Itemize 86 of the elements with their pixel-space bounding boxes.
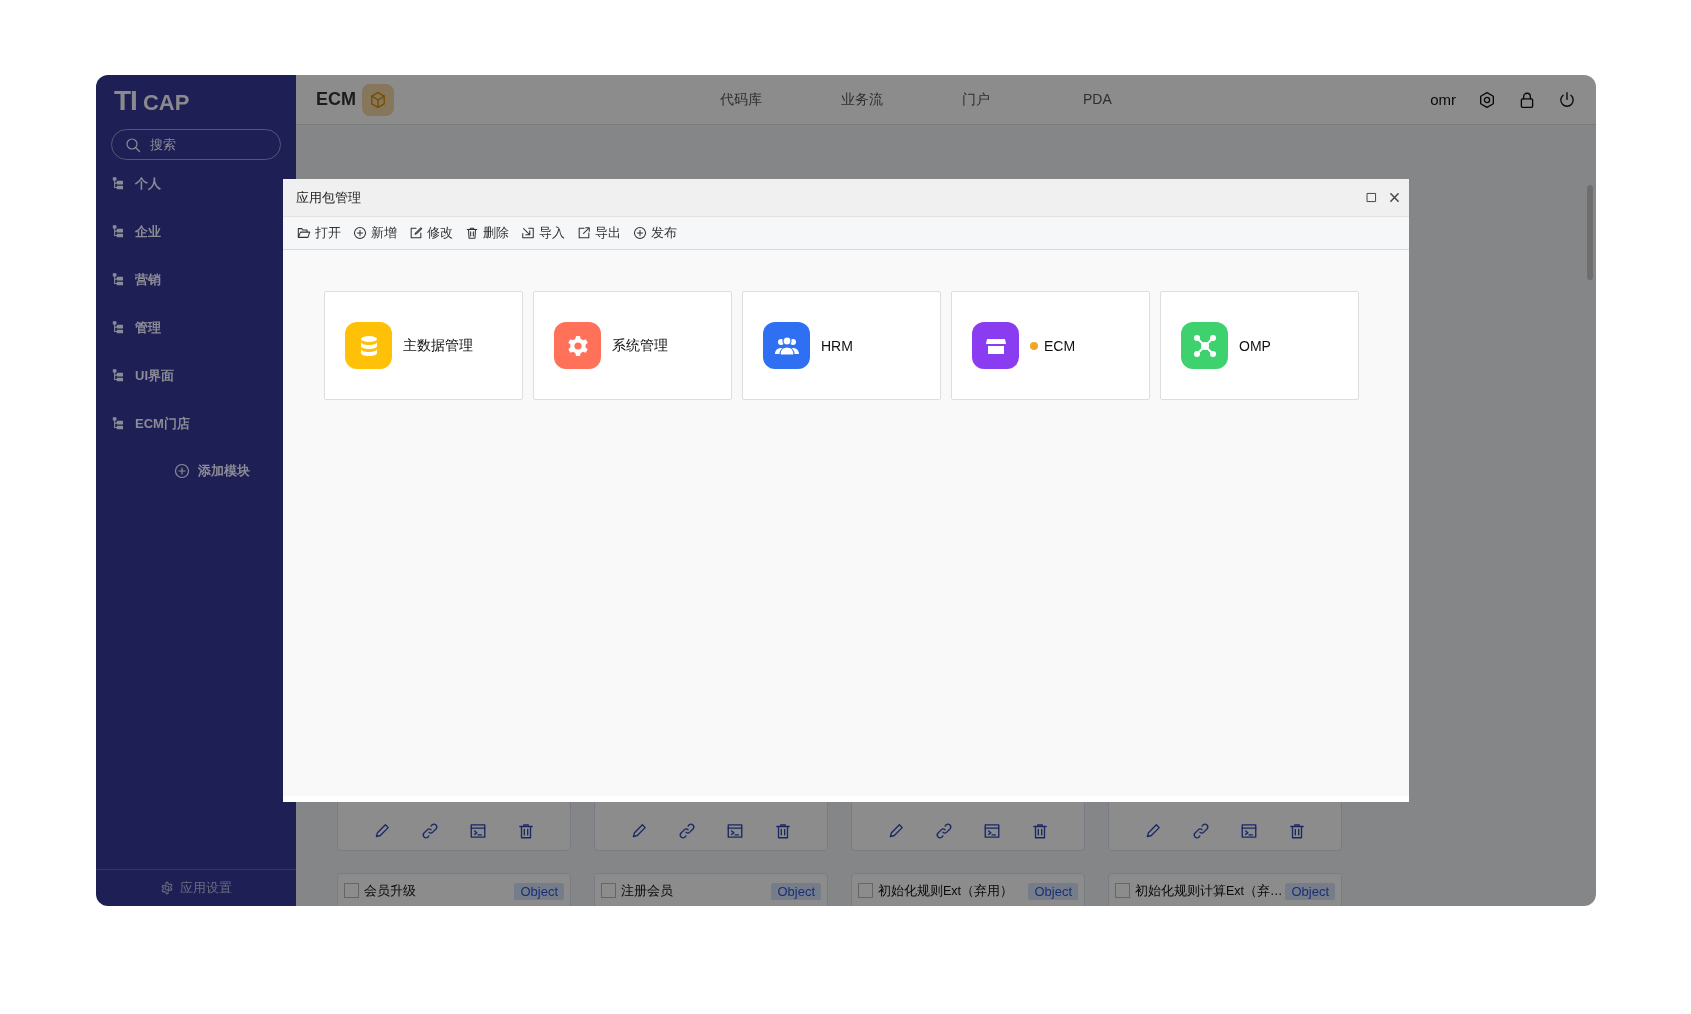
nav-link[interactable]: 业务流 (841, 90, 962, 109)
toolbar-button[interactable]: 导入 (521, 224, 565, 242)
logo-text: CAP (142, 90, 190, 116)
square-icon (1365, 191, 1378, 204)
sidebar-item[interactable]: 个人 (96, 160, 296, 208)
scrollbar[interactable] (1587, 185, 1593, 280)
package-card[interactable]: 系统管理 (533, 291, 732, 400)
tree-icon (112, 273, 126, 287)
sidebar-item[interactable]: ECM门店 (96, 400, 296, 448)
trash-icon (517, 822, 535, 840)
object-card[interactable]: 注册会员 Object (594, 873, 828, 906)
object-card[interactable]: 初始化规则计算Ext（弃… Object (1108, 873, 1342, 906)
logo-mark: TI (114, 85, 137, 117)
terminal-icon (469, 822, 487, 840)
type-tag: Object (771, 883, 821, 900)
sidebar-item[interactable]: 管理 (96, 304, 296, 352)
user-name: omr (1430, 91, 1456, 108)
link-icon (678, 822, 696, 840)
pencil-square-icon (409, 226, 423, 240)
toolbar-button[interactable]: 修改 (409, 224, 453, 242)
toolbar-button[interactable]: 新增 (353, 224, 397, 242)
link-icon (421, 822, 439, 840)
sidebar-item[interactable]: 企业 (96, 208, 296, 256)
terminal-icon (1240, 822, 1258, 840)
terminal-icon (983, 822, 1001, 840)
tree-icon (112, 177, 126, 191)
close-button[interactable] (1388, 191, 1401, 204)
package-card[interactable]: OMP (1160, 291, 1359, 400)
nav-link[interactable]: 门户 (962, 90, 1083, 109)
folder-icon (297, 226, 311, 240)
tree-icon (112, 417, 126, 431)
type-tag: Object (514, 883, 564, 900)
toolbar-button[interactable]: 删除 (465, 224, 509, 242)
checkbox[interactable] (858, 883, 873, 898)
tree-icon (112, 369, 126, 383)
search-icon (125, 137, 141, 153)
sidebar-item[interactable]: 营销 (96, 256, 296, 304)
close-icon (1388, 191, 1401, 204)
pencil-icon (630, 822, 648, 840)
pencil-icon (887, 822, 905, 840)
lock-icon (1518, 90, 1536, 109)
export-arrow-icon (577, 226, 591, 240)
plus-circle-icon (633, 226, 647, 240)
package-card[interactable]: 主数据管理 (324, 291, 523, 400)
gear-icon (160, 881, 174, 895)
app-title: ECM (316, 89, 356, 110)
plus-circle-icon (353, 226, 367, 240)
object-name: 初始化规则Ext（弃用） (878, 883, 1015, 900)
pencil-icon (373, 822, 391, 840)
sidebar-item[interactable]: UI界面 (96, 352, 296, 400)
toolbar-button[interactable]: 发布 (633, 224, 677, 242)
add-module-button[interactable]: 添加模块 (174, 462, 296, 480)
link-icon (1192, 822, 1210, 840)
plus-circle-icon (174, 463, 190, 479)
type-tag: Object (1285, 883, 1335, 900)
dialog-title: 应用包管理 (296, 188, 362, 207)
nav-link[interactable]: PDA (1083, 90, 1204, 109)
import-arrow-icon (521, 226, 535, 240)
nav-link[interactable]: 代码库 (720, 90, 841, 109)
tree-icon (112, 321, 126, 335)
checkbox[interactable] (1115, 883, 1130, 898)
object-name: 会员升级 (364, 883, 417, 900)
package-card[interactable]: HRM (742, 291, 941, 400)
cube-drawing (369, 90, 387, 109)
trash-icon (465, 226, 479, 240)
maximize-button[interactable] (1365, 191, 1378, 204)
type-tag: Object (1028, 883, 1078, 900)
tree-icon (112, 225, 126, 239)
toolbar-button[interactable]: 打开 (297, 224, 341, 242)
link-icon (935, 822, 953, 840)
object-card[interactable]: 初始化规则Ext（弃用） Object (851, 873, 1085, 906)
trash-icon (1031, 822, 1049, 840)
checkbox[interactable] (601, 883, 616, 898)
checkbox[interactable] (344, 883, 359, 898)
object-card[interactable]: 会员升级 Object (337, 873, 571, 906)
power-icon (1558, 90, 1576, 109)
object-name: 注册会员 (621, 883, 674, 900)
object-name: 初始化规则计算Ext（弃… (1135, 883, 1281, 900)
pencil-icon (1144, 822, 1162, 840)
trash-icon (774, 822, 792, 840)
search-field[interactable]: 搜索 (111, 129, 281, 160)
terminal-icon (726, 822, 744, 840)
settings-icon (1478, 90, 1496, 109)
toolbar-button[interactable]: 导出 (577, 224, 621, 242)
trash-icon (1288, 822, 1306, 840)
package-card[interactable]: ECM (951, 291, 1150, 400)
